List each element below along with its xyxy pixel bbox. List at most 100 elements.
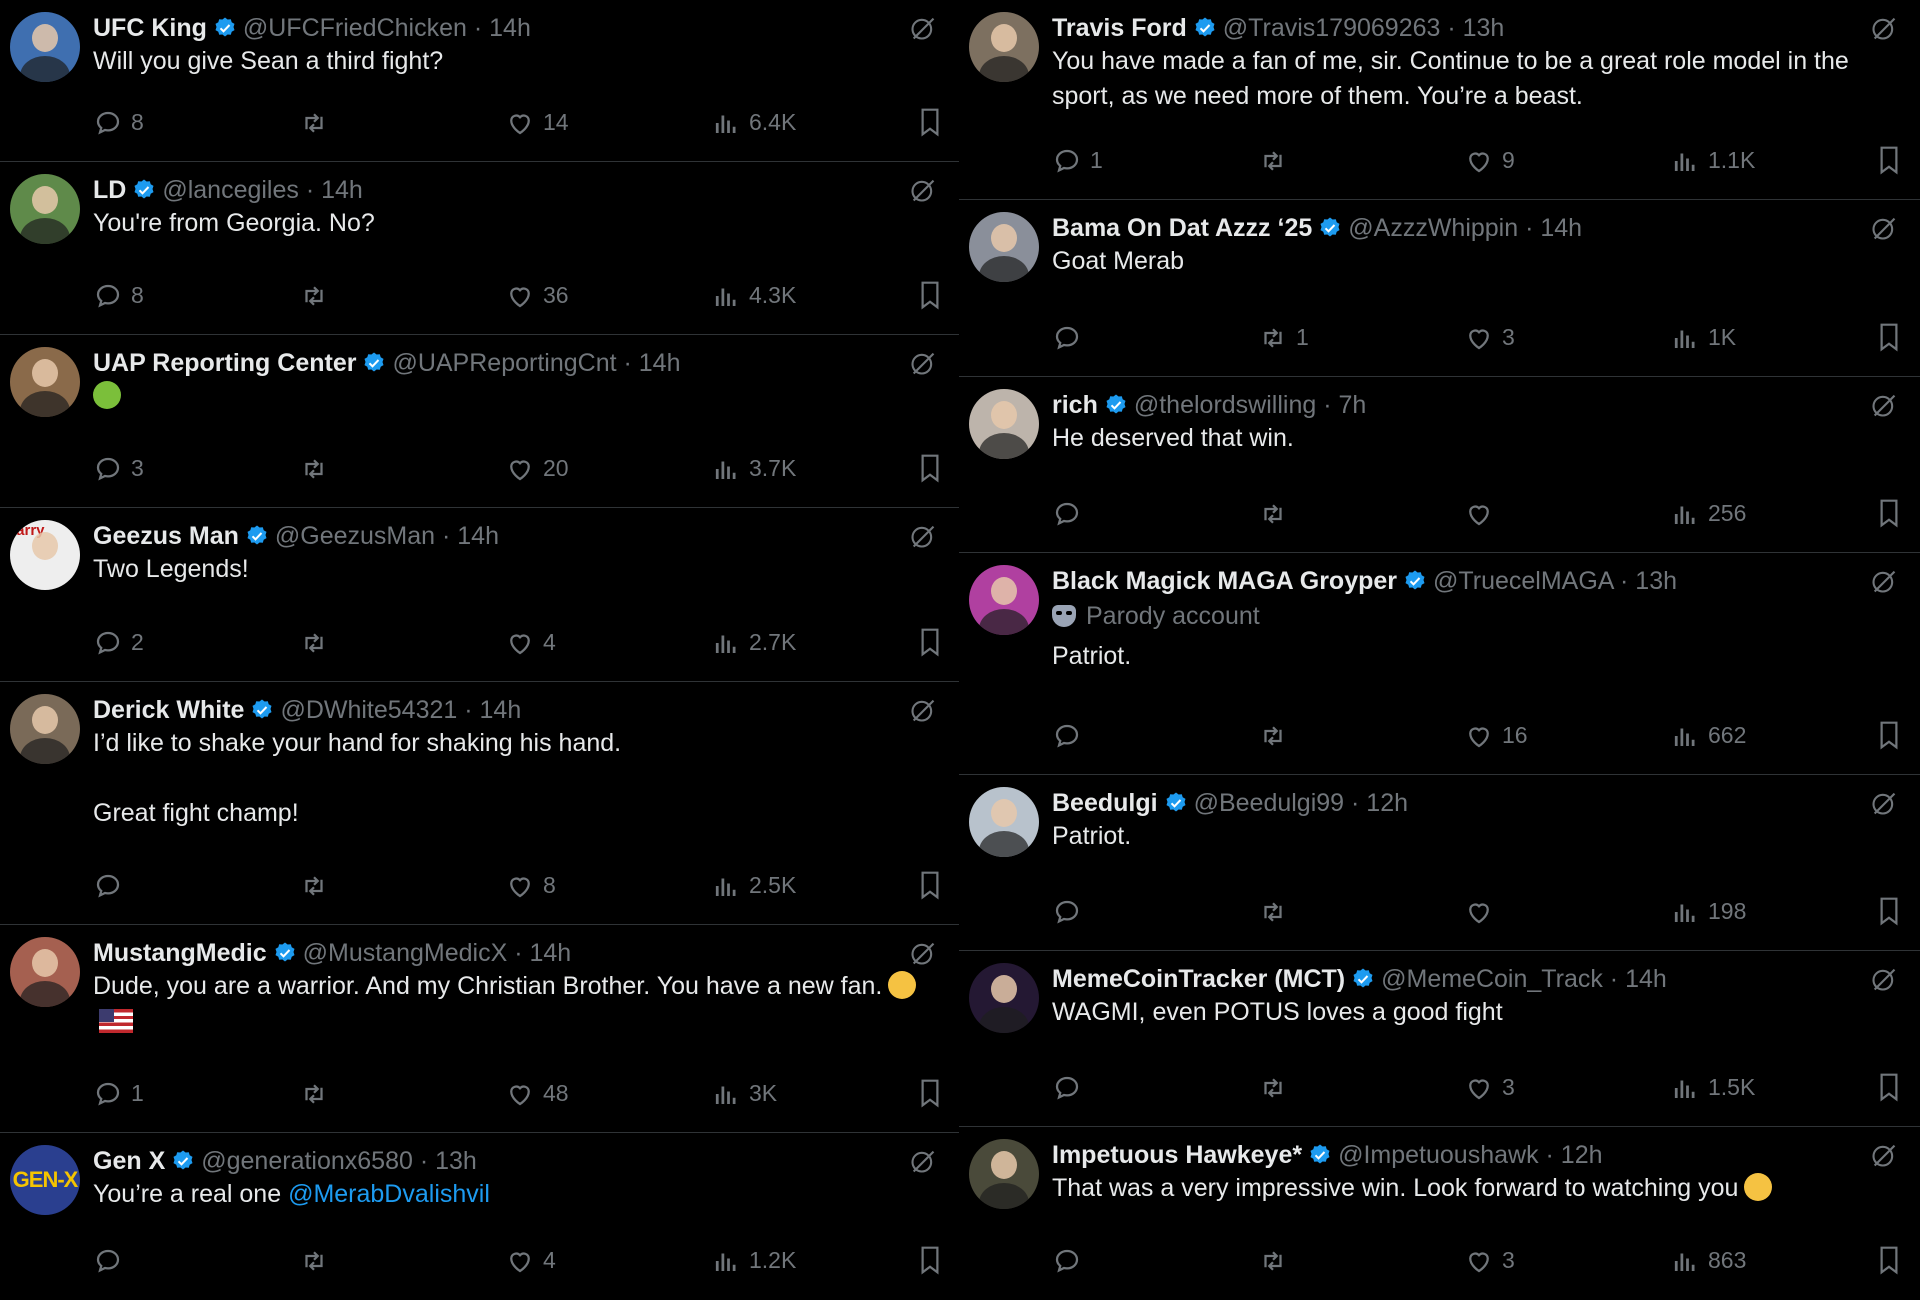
avatar[interactable] <box>969 963 1039 1033</box>
avatar[interactable] <box>969 1139 1039 1209</box>
reply-tweet[interactable]: LD @lancegiles · 14h You're from Georgia. … <box>0 162 959 335</box>
reply-button[interactable]: 1 <box>93 1075 144 1111</box>
bookmark-button[interactable] <box>915 106 945 138</box>
reply-tweet[interactable]: Black Magick MAGA Groyper @TruecelMAGA · … <box>959 553 1920 775</box>
display-name[interactable]: Beedulgi <box>1052 789 1158 817</box>
user-handle[interactable]: @Beedulgi99 <box>1194 789 1345 817</box>
like-button[interactable] <box>1464 893 1494 929</box>
views-button[interactable]: 256 <box>1670 495 1746 531</box>
reply-button[interactable] <box>93 1242 123 1278</box>
like-button[interactable]: 3 <box>1464 1242 1515 1278</box>
display-name[interactable]: Bama On Dat Azzz ‘25 <box>1052 214 1312 242</box>
display-name[interactable]: Black Magick MAGA Groyper <box>1052 567 1397 595</box>
grok-slash-icon[interactable] <box>909 522 937 550</box>
repost-button[interactable]: 1 <box>1258 319 1309 355</box>
user-handle[interactable]: @TruecelMAGA <box>1433 567 1613 595</box>
avatar[interactable] <box>10 937 80 1007</box>
like-button[interactable]: 20 <box>505 450 569 486</box>
bookmark-button[interactable] <box>1874 895 1904 927</box>
post-time[interactable]: 14h <box>1540 214 1582 242</box>
bookmark-button[interactable] <box>1874 497 1904 529</box>
user-handle[interactable]: @MustangMedicX <box>303 939 508 967</box>
repost-button[interactable] <box>1258 1242 1288 1278</box>
mention-link[interactable]: @MerabDvalishvil <box>288 1180 490 1208</box>
reply-tweet[interactable]: Bama On Dat Azzz ‘25 @AzzzWhippin · 14h Go… <box>959 200 1920 377</box>
user-handle[interactable]: @GeezusMan <box>275 522 435 550</box>
grok-slash-icon[interactable] <box>1870 789 1898 817</box>
user-handle[interactable]: @Impetuoushawk <box>1338 1141 1538 1169</box>
like-button[interactable]: 3 <box>1464 1069 1515 1105</box>
user-handle[interactable]: @UAPReportingCnt <box>392 349 616 377</box>
bookmark-button[interactable] <box>915 1077 945 1109</box>
views-button[interactable]: 2.5K <box>711 867 796 903</box>
display-name[interactable]: LD <box>93 176 126 204</box>
reply-button[interactable]: 1 <box>1052 142 1103 178</box>
grok-slash-icon[interactable] <box>1870 214 1898 242</box>
post-time[interactable]: 12h <box>1561 1141 1603 1169</box>
display-name[interactable]: Impetuous Hawkeye* <box>1052 1141 1302 1169</box>
avatar[interactable] <box>10 12 80 82</box>
bookmark-button[interactable] <box>1874 1071 1904 1103</box>
like-button[interactable]: 48 <box>505 1075 569 1111</box>
post-time[interactable]: 14h <box>321 176 363 204</box>
grok-slash-icon[interactable] <box>909 696 937 724</box>
user-handle[interactable]: @Travis179069263 <box>1223 14 1441 42</box>
views-button[interactable]: 2.7K <box>711 624 796 660</box>
avatar[interactable] <box>969 212 1039 282</box>
reply-button[interactable] <box>1052 495 1082 531</box>
user-handle[interactable]: @MemeCoin_Track <box>1381 965 1603 993</box>
avatar[interactable] <box>969 565 1039 635</box>
grok-slash-icon[interactable] <box>1870 14 1898 42</box>
user-handle[interactable]: @thelordswilling <box>1134 391 1316 419</box>
reply-tweet[interactable]: rich @thelordswilling · 7h He deserved tha… <box>959 377 1920 553</box>
grok-slash-icon[interactable] <box>1870 567 1898 595</box>
views-button[interactable]: 662 <box>1670 717 1746 753</box>
views-button[interactable]: 1.2K <box>711 1242 796 1278</box>
display-name[interactable]: rich <box>1052 391 1098 419</box>
avatar[interactable] <box>969 389 1039 459</box>
repost-button[interactable] <box>1258 717 1288 753</box>
views-button[interactable]: 6.4K <box>711 104 796 140</box>
repost-button[interactable] <box>1258 142 1288 178</box>
views-button[interactable]: 3.7K <box>711 450 796 486</box>
views-button[interactable]: 863 <box>1670 1242 1746 1278</box>
reply-tweet[interactable]: Impetuous Hawkeye* @Impetuoushawk · 12h Th… <box>959 1127 1920 1300</box>
avatar[interactable]: GEN-X <box>10 1145 80 1215</box>
display-name[interactable]: Derick White <box>93 696 244 724</box>
like-button[interactable]: 9 <box>1464 142 1515 178</box>
reply-tweet[interactable]: Travis Ford @Travis179069263 · 13h You hav… <box>959 0 1920 200</box>
display-name[interactable]: Travis Ford <box>1052 14 1187 42</box>
post-time[interactable]: 14h <box>1625 965 1667 993</box>
reply-button[interactable]: 2 <box>93 624 144 660</box>
reply-tweet[interactable]: MustangMedic @MustangMedicX · 14h Dude, yo… <box>0 925 959 1133</box>
display-name[interactable]: MemeCoinTracker (MCT) <box>1052 965 1345 993</box>
grok-slash-icon[interactable] <box>909 176 937 204</box>
grok-slash-icon[interactable] <box>1870 1141 1898 1169</box>
views-button[interactable]: 1.1K <box>1670 142 1755 178</box>
repost-button[interactable] <box>299 1075 329 1111</box>
bookmark-button[interactable] <box>1874 321 1904 353</box>
like-button[interactable] <box>1464 495 1494 531</box>
bookmark-button[interactable] <box>915 626 945 658</box>
display-name[interactable]: MustangMedic <box>93 939 267 967</box>
reply-button[interactable] <box>93 867 123 903</box>
bookmark-button[interactable] <box>915 869 945 901</box>
post-time[interactable]: 14h <box>480 696 522 724</box>
post-time[interactable]: 14h <box>529 939 571 967</box>
display-name[interactable]: Geezus Man <box>93 522 239 550</box>
post-time[interactable]: 13h <box>435 1147 477 1175</box>
repost-button[interactable] <box>299 624 329 660</box>
reply-button[interactable] <box>1052 1242 1082 1278</box>
grok-slash-icon[interactable] <box>1870 965 1898 993</box>
post-time[interactable]: 13h <box>1463 14 1505 42</box>
user-handle[interactable]: @UFCFriedChicken <box>243 14 467 42</box>
avatar[interactable] <box>10 347 80 417</box>
grok-slash-icon[interactable] <box>909 1147 937 1175</box>
bookmark-button[interactable] <box>1874 144 1904 176</box>
bookmark-button[interactable] <box>1874 719 1904 751</box>
reply-button[interactable] <box>1052 319 1082 355</box>
grok-slash-icon[interactable] <box>909 939 937 967</box>
reply-tweet[interactable]: Derick White @DWhite54321 · 14h I’d like t… <box>0 682 959 925</box>
views-button[interactable]: 198 <box>1670 893 1746 929</box>
like-button[interactable]: 8 <box>505 867 556 903</box>
